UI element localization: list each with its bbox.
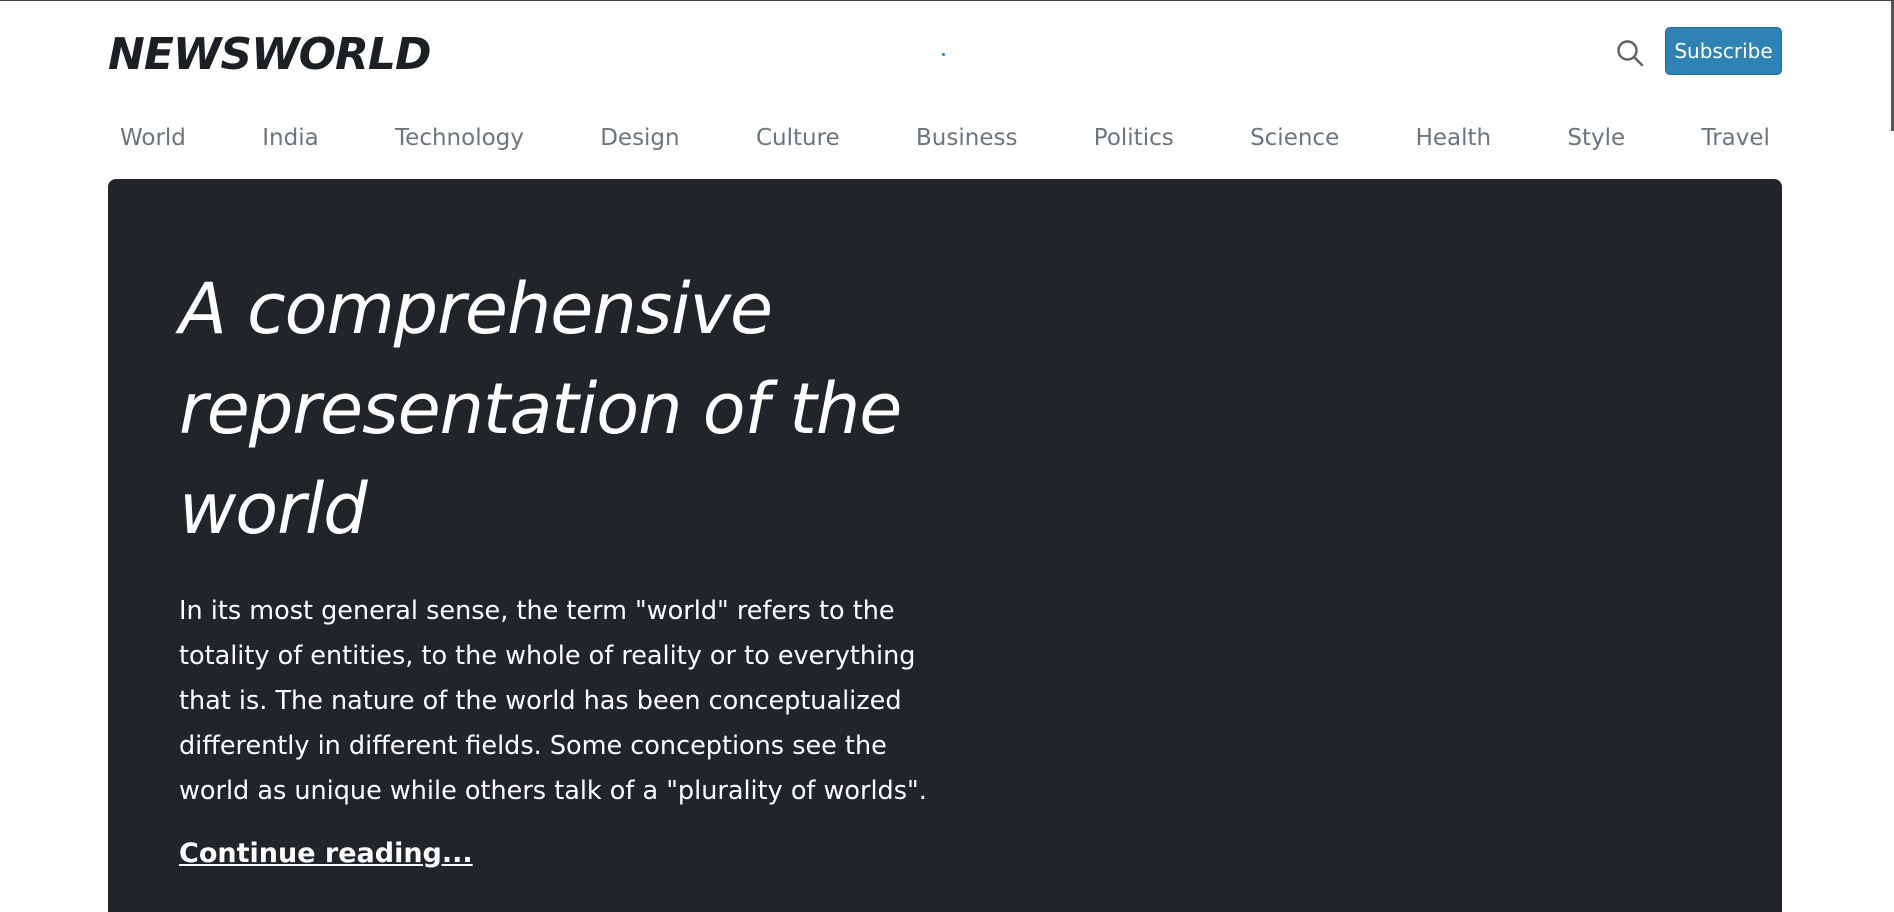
nav-item-culture[interactable]: Culture <box>756 125 840 151</box>
subscribe-button[interactable]: Subscribe <box>1665 27 1782 75</box>
nav-item-india[interactable]: India <box>262 125 318 151</box>
hero-content: A comprehensive representation of the wo… <box>179 259 969 869</box>
nav-item-politics[interactable]: Politics <box>1094 125 1174 151</box>
site-header: NEWSWORLD Subscribe <box>108 1 1782 101</box>
page: NEWSWORLD Subscribe World India Technolo… <box>0 0 1894 912</box>
decorative-dot <box>942 53 945 56</box>
hero-title: A comprehensive representation of the wo… <box>179 268 902 550</box>
featured-hero: A comprehensive representation of the wo… <box>108 179 1782 912</box>
search-button[interactable] <box>1612 35 1648 71</box>
nav-item-travel[interactable]: Travel <box>1702 125 1770 151</box>
nav-item-technology[interactable]: Technology <box>395 125 524 151</box>
nav-item-health[interactable]: Health <box>1416 125 1492 151</box>
nav-item-business[interactable]: Business <box>916 125 1017 151</box>
nav-item-design[interactable]: Design <box>600 125 679 151</box>
search-icon <box>1617 40 1644 67</box>
nav-item-world[interactable]: World <box>120 125 186 151</box>
nav-item-style[interactable]: Style <box>1567 125 1625 151</box>
continue-reading-link[interactable]: Continue reading... <box>179 838 473 869</box>
site-logo[interactable]: NEWSWORLD <box>108 29 431 80</box>
nav-item-science[interactable]: Science <box>1250 125 1339 151</box>
hero-lead: In its most general sense, the term "wor… <box>179 596 927 806</box>
category-nav: World India Technology Design Culture Bu… <box>108 113 1782 163</box>
